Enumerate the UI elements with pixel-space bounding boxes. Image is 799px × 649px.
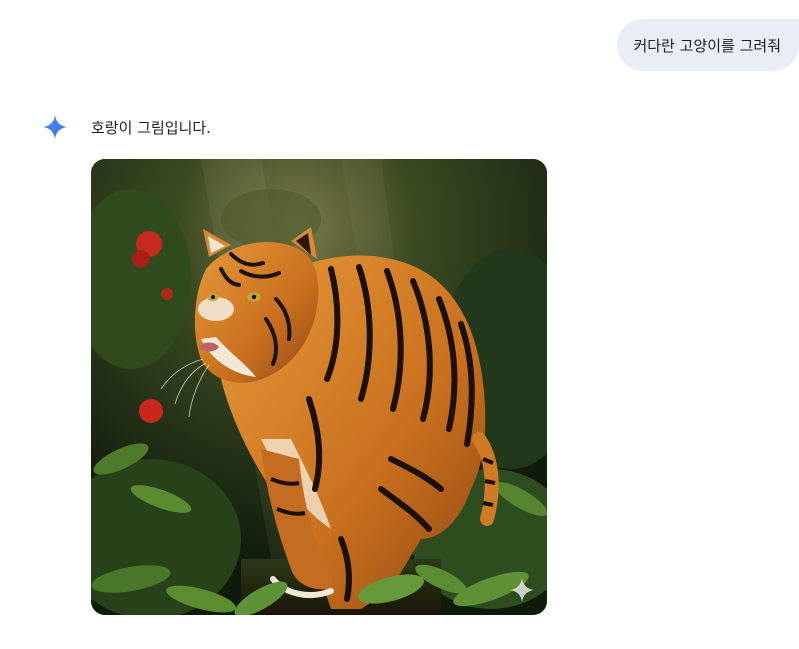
- tiger-image: [91, 159, 547, 615]
- spark-watermark-icon: [510, 578, 534, 602]
- response-text: 호랑이 그림입니다.: [91, 119, 211, 137]
- generated-image[interactable]: [91, 159, 547, 615]
- gemini-spark-icon: [43, 115, 67, 139]
- user-message-text: 커다란 고양이를 그려줘: [633, 36, 781, 55]
- user-message-bubble: 커다란 고양이를 그려줘: [617, 19, 799, 71]
- chat-page: 커다란 고양이를 그려줘 호랑이 그림입니다.: [0, 0, 799, 649]
